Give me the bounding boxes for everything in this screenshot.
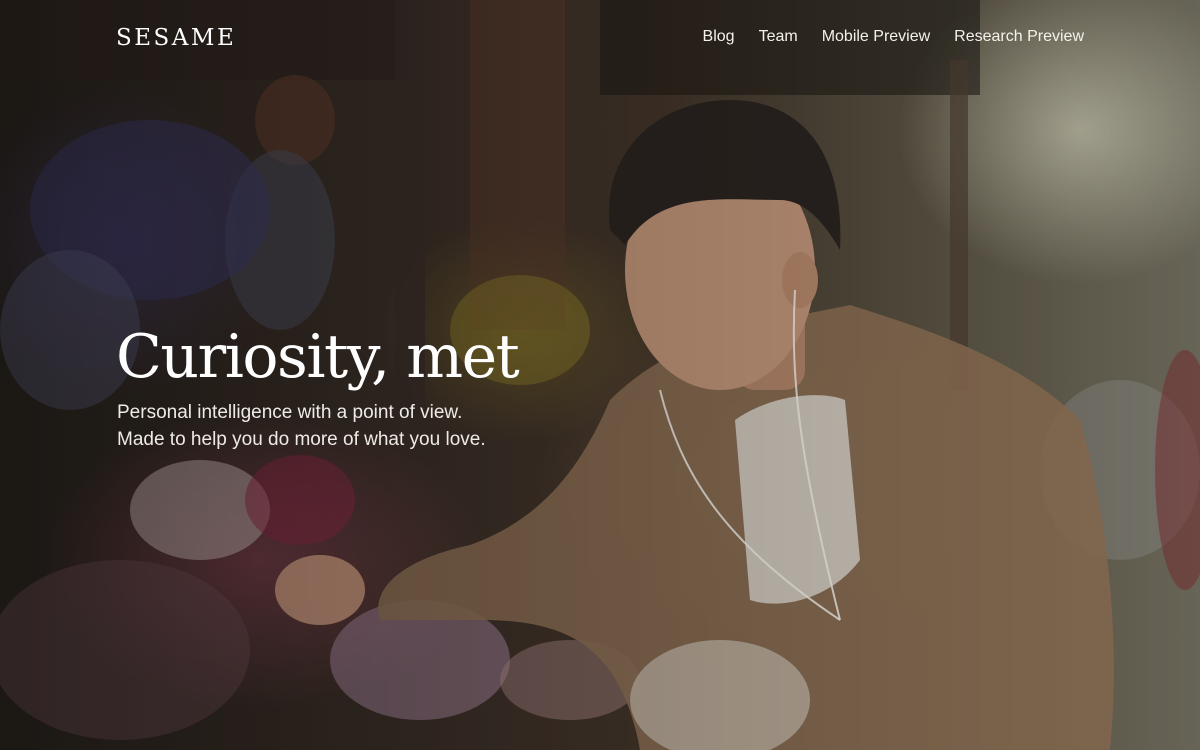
hero-subheadline: Personal intelligence with a point of vi… [117,399,486,453]
nav-link-research-preview[interactable]: Research Preview [954,27,1084,47]
nav-link-mobile-preview[interactable]: Mobile Preview [822,27,930,47]
nav-link-team[interactable]: Team [759,27,798,47]
top-navigation: SESAME Blog Team Mobile Preview Research… [0,0,1200,76]
nav-links: Blog Team Mobile Preview Research Previe… [703,27,1084,47]
hero-subheadline-line-1: Personal intelligence with a point of vi… [117,402,463,423]
hero-section: SESAME Blog Team Mobile Preview Research… [0,0,1200,750]
nav-link-blog[interactable]: Blog [703,27,735,47]
hero-headline: Curiosity, met [116,322,520,392]
brand-logo[interactable]: SESAME [116,24,236,52]
hero-subheadline-line-2: Made to help you do more of what you lov… [117,429,486,450]
